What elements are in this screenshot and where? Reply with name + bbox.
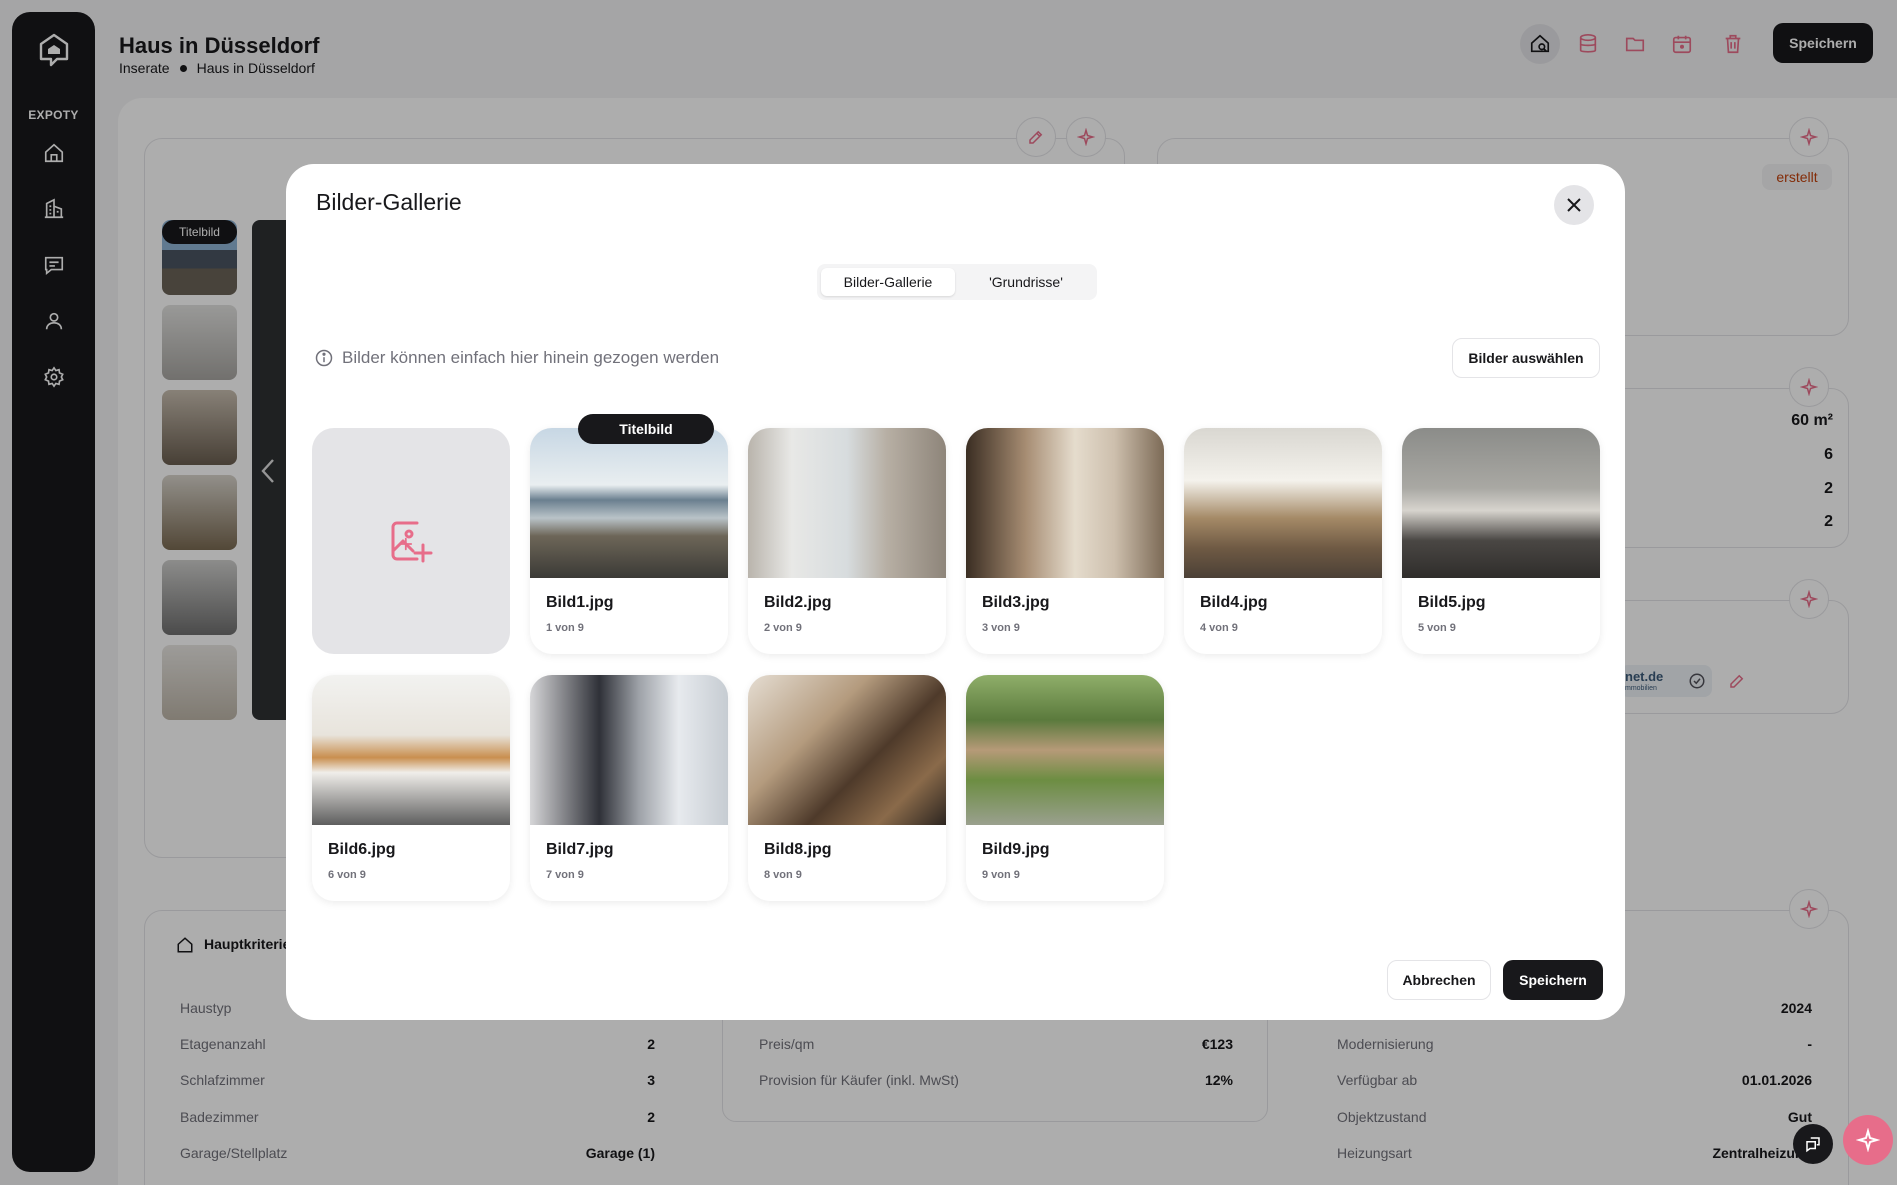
image-tile[interactable]: Bild9.jpg 9 von 9 xyxy=(966,675,1164,901)
tab-floor-plans[interactable]: 'Grundrisse' xyxy=(959,268,1093,296)
ai-assistant-button[interactable] xyxy=(1843,1115,1893,1165)
choose-images-button[interactable]: Bilder auswählen xyxy=(1452,338,1600,378)
drop-hint-text: Bilder können einfach hier hinein gezoge… xyxy=(342,348,720,367)
image-count: 2 von 9 xyxy=(764,622,802,634)
image-name: Bild8.jpg xyxy=(764,841,832,858)
image-name: Bild3.jpg xyxy=(982,594,1050,611)
image-count: 3 von 9 xyxy=(982,622,1020,634)
chat-icon xyxy=(1806,1137,1820,1153)
image-preview xyxy=(530,675,728,825)
image-count: 9 von 9 xyxy=(982,869,1020,881)
image-count: 6 von 9 xyxy=(328,869,366,881)
upload-image-tile[interactable] xyxy=(312,428,510,654)
image-preview xyxy=(530,428,728,578)
close-icon xyxy=(1567,198,1581,212)
image-count: 1 von 9 xyxy=(546,622,584,634)
info-icon xyxy=(315,349,333,367)
image-name: Bild7.jpg xyxy=(546,841,614,858)
image-name: Bild2.jpg xyxy=(764,594,832,611)
image-tile[interactable]: Bild2.jpg 2 von 9 xyxy=(748,428,946,654)
tab-image-gallery[interactable]: Bilder-Gallerie xyxy=(821,268,955,296)
image-preview xyxy=(748,675,946,825)
image-count: 8 von 9 xyxy=(764,869,802,881)
image-preview xyxy=(312,675,510,825)
image-preview xyxy=(966,428,1164,578)
image-tile[interactable]: Bild8.jpg 8 von 9 xyxy=(748,675,946,901)
image-tile[interactable]: Bild3.jpg 3 von 9 xyxy=(966,428,1164,654)
image-tile[interactable]: Bild4.jpg 4 von 9 xyxy=(1184,428,1382,654)
image-preview xyxy=(1184,428,1382,578)
image-name: Bild6.jpg xyxy=(328,841,396,858)
gallery-modal: Bilder-Gallerie Bilder-Gallerie 'Grundri… xyxy=(286,164,1625,1020)
chat-button[interactable] xyxy=(1793,1124,1833,1164)
image-add-icon xyxy=(391,521,433,563)
image-count: 4 von 9 xyxy=(1200,622,1238,634)
cancel-button[interactable]: Abbrechen xyxy=(1387,960,1491,1000)
image-tile[interactable]: Bild5.jpg 5 von 9 xyxy=(1402,428,1600,654)
image-name: Bild4.jpg xyxy=(1200,594,1268,611)
image-preview xyxy=(1402,428,1600,578)
gallery-tabs: Bilder-Gallerie 'Grundrisse' xyxy=(817,264,1097,300)
sparkle-icon xyxy=(1856,1128,1880,1152)
image-name: Bild9.jpg xyxy=(982,841,1050,858)
image-count: 5 von 9 xyxy=(1418,622,1456,634)
image-count: 7 von 9 xyxy=(546,869,584,881)
image-name: Bild1.jpg xyxy=(546,594,614,611)
drop-hint: Bilder können einfach hier hinein gezoge… xyxy=(314,348,719,368)
image-tile[interactable]: Bild6.jpg 6 von 9 xyxy=(312,675,510,901)
image-preview xyxy=(966,675,1164,825)
title-image-badge: Titelbild xyxy=(578,414,714,444)
image-preview xyxy=(748,428,946,578)
modal-title: Bilder-Gallerie xyxy=(316,189,462,215)
image-name: Bild5.jpg xyxy=(1418,594,1486,611)
save-button[interactable]: Speichern xyxy=(1503,960,1603,1000)
image-tile[interactable]: Bild1.jpg 1 von 9 xyxy=(530,428,728,654)
image-tile[interactable]: Bild7.jpg 7 von 9 xyxy=(530,675,728,901)
close-button[interactable] xyxy=(1554,185,1594,225)
